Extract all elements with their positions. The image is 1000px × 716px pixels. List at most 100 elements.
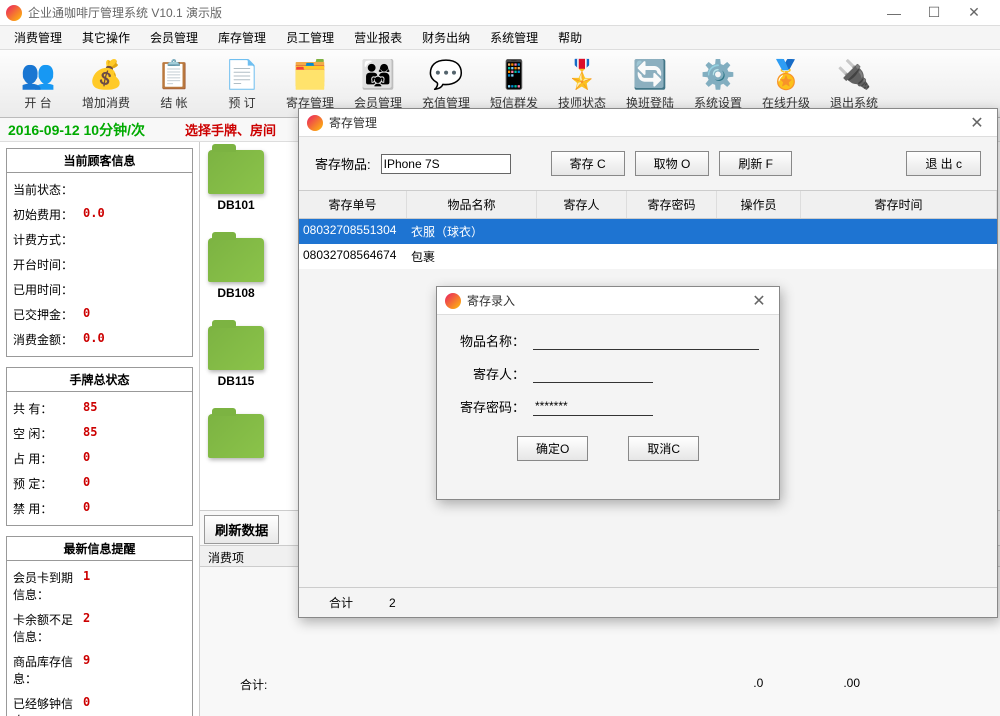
menu-会员管理[interactable]: 会员管理 (140, 26, 208, 49)
toolbar-增加消费[interactable]: 💰增加消费 (72, 52, 140, 115)
menu-财务出纳[interactable]: 财务出纳 (412, 26, 480, 49)
info-row: 占 用：0 (13, 446, 186, 471)
hand-panel: 手牌总状态 共 有：85空 闲：85占 用：0预 定：0禁 用：0 (6, 367, 193, 526)
alert-panel: 最新信息提醒 会员卡到期信息：1卡余额不足信息：2商品库存信息：9已经够钟信息：… (6, 536, 193, 716)
storage-item-input[interactable] (381, 154, 511, 174)
entry-dialog-close-icon[interactable]: ✕ (747, 291, 771, 311)
folder-icon[interactable] (208, 150, 264, 194)
customer-panel-title: 当前顾客信息 (7, 149, 192, 173)
info-label: 共 有： (13, 400, 83, 417)
info-value: 0 (83, 695, 90, 716)
storage-dialog-title: 寄存管理 (329, 114, 965, 131)
minimize-button[interactable]: — (874, 1, 914, 25)
entry-pass-input[interactable] (533, 397, 653, 416)
menu-其它操作[interactable]: 其它操作 (72, 26, 140, 49)
info-row: 开台时间： (13, 252, 186, 277)
toolbar-退出系统[interactable]: 🔌退出系统 (820, 52, 888, 115)
info-label: 已用时间： (13, 281, 83, 298)
info-value: 0 (83, 450, 90, 467)
entry-person-label: 寄存人： (457, 364, 533, 383)
toolbar-开 台[interactable]: 👥开 台 (4, 52, 72, 115)
toolbar-icon: 👨‍👩‍👧 (360, 56, 396, 92)
menu-系统管理[interactable]: 系统管理 (480, 26, 548, 49)
footer-count: 2 (389, 596, 396, 610)
col-operator[interactable]: 操作员 (717, 191, 801, 218)
info-label: 当前状态： (13, 181, 83, 198)
cell-name: 包裹 (407, 244, 537, 269)
info-row: 会员卡到期信息：1 (13, 565, 186, 607)
info-row: 共 有：85 (13, 396, 186, 421)
customer-panel: 当前顾客信息 当前状态： 初始费用： 0.0 计费方式： 开台时间： 已用时间： 已交押金：… (6, 148, 193, 357)
info-value: 0.0 (83, 331, 105, 348)
cancel-button[interactable]: 取消C (628, 436, 699, 461)
menu-营业报表[interactable]: 营业报表 (344, 26, 412, 49)
folder-label: DB115 (208, 374, 264, 388)
info-row: 卡余额不足信息：2 (13, 607, 186, 649)
toolbar-短信群发[interactable]: 📱短信群发 (480, 52, 548, 115)
refresh-button[interactable]: 刷新 F (719, 151, 792, 176)
menu-消费管理[interactable]: 消费管理 (4, 26, 72, 49)
info-label: 占 用： (13, 450, 83, 467)
col-id[interactable]: 寄存单号 (299, 191, 407, 218)
col-time[interactable]: 寄存时间 (801, 191, 997, 218)
take-button[interactable]: 取物 O (635, 151, 710, 176)
cell-name: 衣服（球衣） (407, 219, 537, 244)
info-label: 消费金额： (13, 331, 83, 348)
folder-label: DB101 (208, 198, 264, 212)
exit-button[interactable]: 退 出 c (906, 151, 981, 176)
info-label: 计费方式： (13, 231, 83, 248)
info-label: 初始费用： (13, 206, 83, 223)
info-value: 85 (83, 400, 97, 417)
col-password[interactable]: 寄存密码 (627, 191, 717, 218)
table-row[interactable]: 08032708551304衣服（球衣） (299, 219, 997, 244)
close-button[interactable]: ✕ (954, 1, 994, 25)
info-row: 预 定：0 (13, 471, 186, 496)
toolbar-充值管理[interactable]: 💬充值管理 (412, 52, 480, 115)
entry-dialog-titlebar[interactable]: 寄存录入 ✕ (437, 287, 779, 315)
toolbar-icon: ⚙️ (700, 56, 736, 92)
info-value: 85 (83, 425, 97, 442)
toolbar-系统设置[interactable]: ⚙️系统设置 (684, 52, 752, 115)
col-person[interactable]: 寄存人 (537, 191, 627, 218)
toolbar-结 帐[interactable]: 📋结 帐 (140, 52, 208, 115)
toolbar-icon: 📱 (496, 56, 532, 92)
menu-库存管理[interactable]: 库存管理 (208, 26, 276, 49)
toolbar-icon: 🔌 (836, 56, 872, 92)
app-icon (6, 5, 22, 21)
toolbar-寄存管理[interactable]: 🗂️寄存管理 (276, 52, 344, 115)
menu-帮助[interactable]: 帮助 (548, 26, 592, 49)
toolbar-预 订[interactable]: 📄预 订 (208, 52, 276, 115)
entry-dialog: 寄存录入 ✕ 物品名称： 寄存人： 寄存密码： 确定O 取消C (436, 286, 780, 500)
store-button[interactable]: 寄存 C (551, 151, 625, 176)
info-value: 2 (83, 611, 90, 645)
toolbar-换班登陆[interactable]: 🔄换班登陆 (616, 52, 684, 115)
maximize-button[interactable]: ☐ (914, 1, 954, 25)
folder-icon[interactable] (208, 414, 264, 458)
toolbar-在线升级[interactable]: 🏅在线升级 (752, 52, 820, 115)
toolbar-icon: 📋 (156, 56, 192, 92)
info-row: 已交押金：0 (13, 302, 186, 327)
entry-item-input[interactable] (533, 331, 759, 350)
info-label: 已交押金： (13, 306, 83, 323)
info-value: 1 (83, 569, 90, 603)
toolbar-icon: 🔄 (632, 56, 668, 92)
storage-dialog-close-icon[interactable]: ✕ (965, 113, 989, 133)
toolbar-icon: 👥 (20, 56, 56, 92)
col-name[interactable]: 物品名称 (407, 191, 537, 218)
info-label: 禁 用： (13, 500, 83, 517)
toolbar-技师状态[interactable]: 🎖️技师状态 (548, 52, 616, 115)
entry-pass-label: 寄存密码： (457, 397, 533, 416)
menu-员工管理[interactable]: 员工管理 (276, 26, 344, 49)
folder-icon[interactable] (208, 326, 264, 370)
info-label: 已经够钟信息： (13, 695, 83, 716)
info-label: 卡余额不足信息： (13, 611, 83, 645)
refresh-data-button[interactable]: 刷新数据 (204, 515, 279, 544)
entry-item-label: 物品名称： (457, 331, 533, 350)
entry-person-input[interactable] (533, 364, 653, 383)
storage-dialog-titlebar[interactable]: 寄存管理 ✕ (299, 109, 997, 137)
ok-button[interactable]: 确定O (517, 436, 588, 461)
titlebar: 企业通咖啡厅管理系统 V10.1 演示版 — ☐ ✕ (0, 0, 1000, 26)
folder-icon[interactable] (208, 238, 264, 282)
toolbar-会员管理[interactable]: 👨‍👩‍👧会员管理 (344, 52, 412, 115)
table-row[interactable]: 08032708564674包裹 (299, 244, 997, 269)
